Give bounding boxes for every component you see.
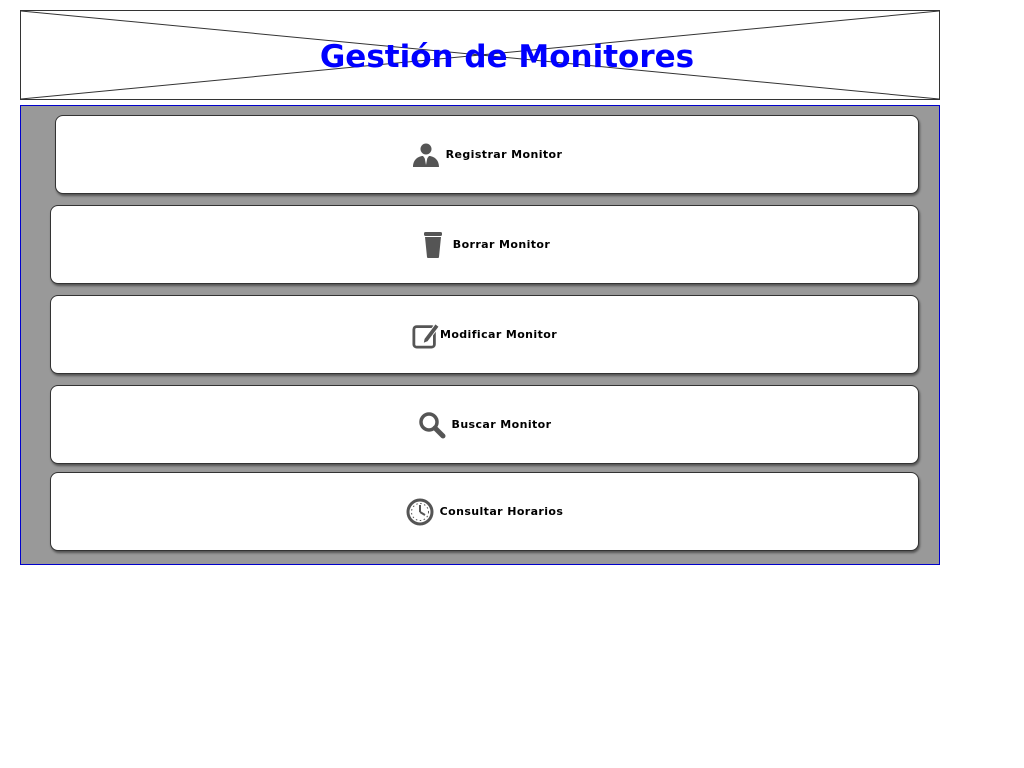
- trash-icon: [419, 231, 447, 259]
- search-monitor-button[interactable]: Buscar Monitor: [50, 385, 919, 464]
- check-schedules-label: Consultar Horarios: [439, 505, 564, 518]
- user-icon: [412, 141, 440, 169]
- delete-monitor-button[interactable]: Borrar Monitor: [50, 205, 919, 284]
- search-icon: [418, 411, 446, 439]
- search-monitor-label: Buscar Monitor: [451, 418, 552, 431]
- edit-icon: [412, 321, 440, 349]
- check-schedules-button[interactable]: Consultar Horarios: [50, 472, 919, 551]
- clock-icon: [406, 498, 434, 526]
- delete-monitor-label: Borrar Monitor: [452, 238, 551, 251]
- header-image-placeholder: Gestión de Monitores: [20, 10, 940, 100]
- register-monitor-button[interactable]: Registrar Monitor: [55, 115, 919, 194]
- page-title: Gestión de Monitores: [319, 39, 695, 75]
- modify-monitor-button[interactable]: Modificar Monitor: [50, 295, 919, 374]
- modify-monitor-label: Modificar Monitor: [439, 328, 558, 341]
- register-monitor-label: Registrar Monitor: [445, 148, 563, 161]
